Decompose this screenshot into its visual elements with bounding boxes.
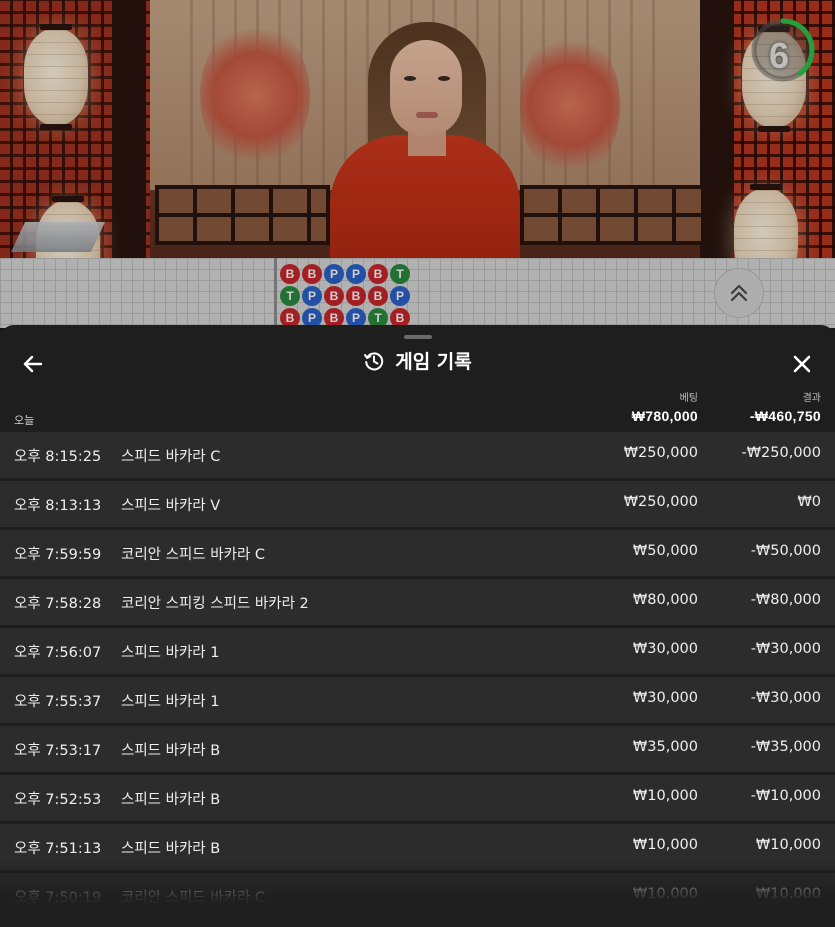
row-result: ₩10,000 <box>755 886 821 902</box>
row-result: -₩35,000 <box>750 739 821 755</box>
history-row[interactable]: 오후 7:59:59 코리안 스피드 바카라 C ₩50,000 -₩50,000 <box>0 530 835 576</box>
row-game-name: 스피드 바카라 C <box>121 449 221 465</box>
row-game-name: 스피드 바카라 1 <box>121 694 220 710</box>
close-icon <box>793 355 811 373</box>
row-game-name: 코리안 스피드 바카라 C <box>121 547 266 563</box>
history-row[interactable]: 오후 7:50:19 코리안 스피드 바카라 C ₩10,000 ₩10,000 <box>0 873 835 919</box>
row-time: 오후 7:51:13 <box>14 841 102 857</box>
daily-summary: 베팅 결과 오늘 ₩780,000 -₩460,750 <box>0 387 835 431</box>
row-bet: ₩10,000 <box>632 788 698 804</box>
row-bet: ₩80,000 <box>632 592 698 608</box>
row-bet: ₩50,000 <box>632 543 698 559</box>
section-label-today: 오늘 <box>14 414 35 427</box>
row-time: 오후 7:55:37 <box>14 694 102 710</box>
row-time: 오후 8:13:13 <box>14 498 102 514</box>
close-button[interactable] <box>787 349 817 379</box>
history-row[interactable]: 오후 8:15:25 스피드 바카라 C ₩250,000 -₩250,000 <box>0 432 835 478</box>
total-result: -₩460,750 <box>749 408 821 424</box>
result-column-header: 결과 <box>802 393 821 404</box>
row-result: -₩80,000 <box>750 592 821 608</box>
row-game-name: 스피드 바카라 1 <box>121 645 220 661</box>
row-bet: ₩250,000 <box>623 445 698 461</box>
game-history-sheet: 게임 기록 베팅 결과 오늘 ₩780,000 -₩460,750 오후 8:1… <box>0 325 835 927</box>
page-title: 게임 기록 <box>395 351 472 373</box>
row-game-name: 코리안 스피킹 스피드 바카라 2 <box>121 596 309 612</box>
row-bet: ₩35,000 <box>632 739 698 755</box>
row-result: -₩250,000 <box>741 445 821 461</box>
row-game-name: 코리안 스피드 바카라 C <box>121 890 266 906</box>
row-time: 오후 8:15:25 <box>14 449 102 465</box>
total-bet: ₩780,000 <box>631 408 698 424</box>
row-time: 오후 7:56:07 <box>14 645 102 661</box>
row-result: ₩0 <box>797 494 821 510</box>
row-result: -₩30,000 <box>750 690 821 706</box>
row-bet: ₩10,000 <box>632 837 698 853</box>
row-game-name: 스피드 바카라 V <box>121 498 221 514</box>
row-time: 오후 7:59:59 <box>14 547 102 563</box>
history-row[interactable]: 오후 7:58:28 코리안 스피킹 스피드 바카라 2 ₩80,000 -₩80,0… <box>0 579 835 625</box>
row-time: 오후 7:53:17 <box>14 743 102 759</box>
row-bet: ₩30,000 <box>632 690 698 706</box>
row-time: 오후 7:50:19 <box>14 890 102 906</box>
row-bet: ₩10,000 <box>632 886 698 902</box>
history-row[interactable]: 오후 8:13:13 스피드 바카라 V ₩250,000 ₩0 <box>0 481 835 527</box>
history-row[interactable]: 오후 7:56:07 스피드 바카라 1 ₩30,000 -₩30,000 <box>0 628 835 674</box>
row-result: ₩10,000 <box>755 837 821 853</box>
sheet-title-group: 게임 기록 <box>0 347 835 374</box>
row-bet: ₩250,000 <box>623 494 698 510</box>
bet-column-header: 베팅 <box>679 393 698 404</box>
sheet-grabber[interactable] <box>404 335 432 339</box>
row-result: -₩10,000 <box>750 788 821 804</box>
history-icon <box>364 351 384 370</box>
row-time: 오후 7:52:53 <box>14 792 102 808</box>
backdrop-dim <box>0 0 835 330</box>
history-row[interactable]: 오후 7:53:17 스피드 바카라 B ₩35,000 -₩35,000 <box>0 726 835 772</box>
history-row[interactable]: 오후 7:55:37 스피드 바카라 1 ₩30,000 -₩30,000 <box>0 677 835 723</box>
row-bet: ₩30,000 <box>632 641 698 657</box>
row-game-name: 스피드 바카라 B <box>121 743 221 759</box>
history-row[interactable]: 오후 7:52:53 스피드 바카라 B ₩10,000 -₩10,000 <box>0 775 835 821</box>
row-time: 오후 7:58:28 <box>14 596 102 612</box>
row-game-name: 스피드 바카라 B <box>121 792 221 808</box>
sheet-header: 게임 기록 <box>0 343 835 387</box>
row-result: -₩50,000 <box>750 543 821 559</box>
row-result: -₩30,000 <box>750 641 821 657</box>
row-game-name: 스피드 바카라 B <box>121 841 221 857</box>
history-list: 오후 8:15:25 스피드 바카라 C ₩250,000 -₩250,000 오후 8… <box>0 432 835 922</box>
history-row[interactable]: 오후 7:51:13 스피드 바카라 B ₩10,000 ₩10,000 <box>0 824 835 870</box>
